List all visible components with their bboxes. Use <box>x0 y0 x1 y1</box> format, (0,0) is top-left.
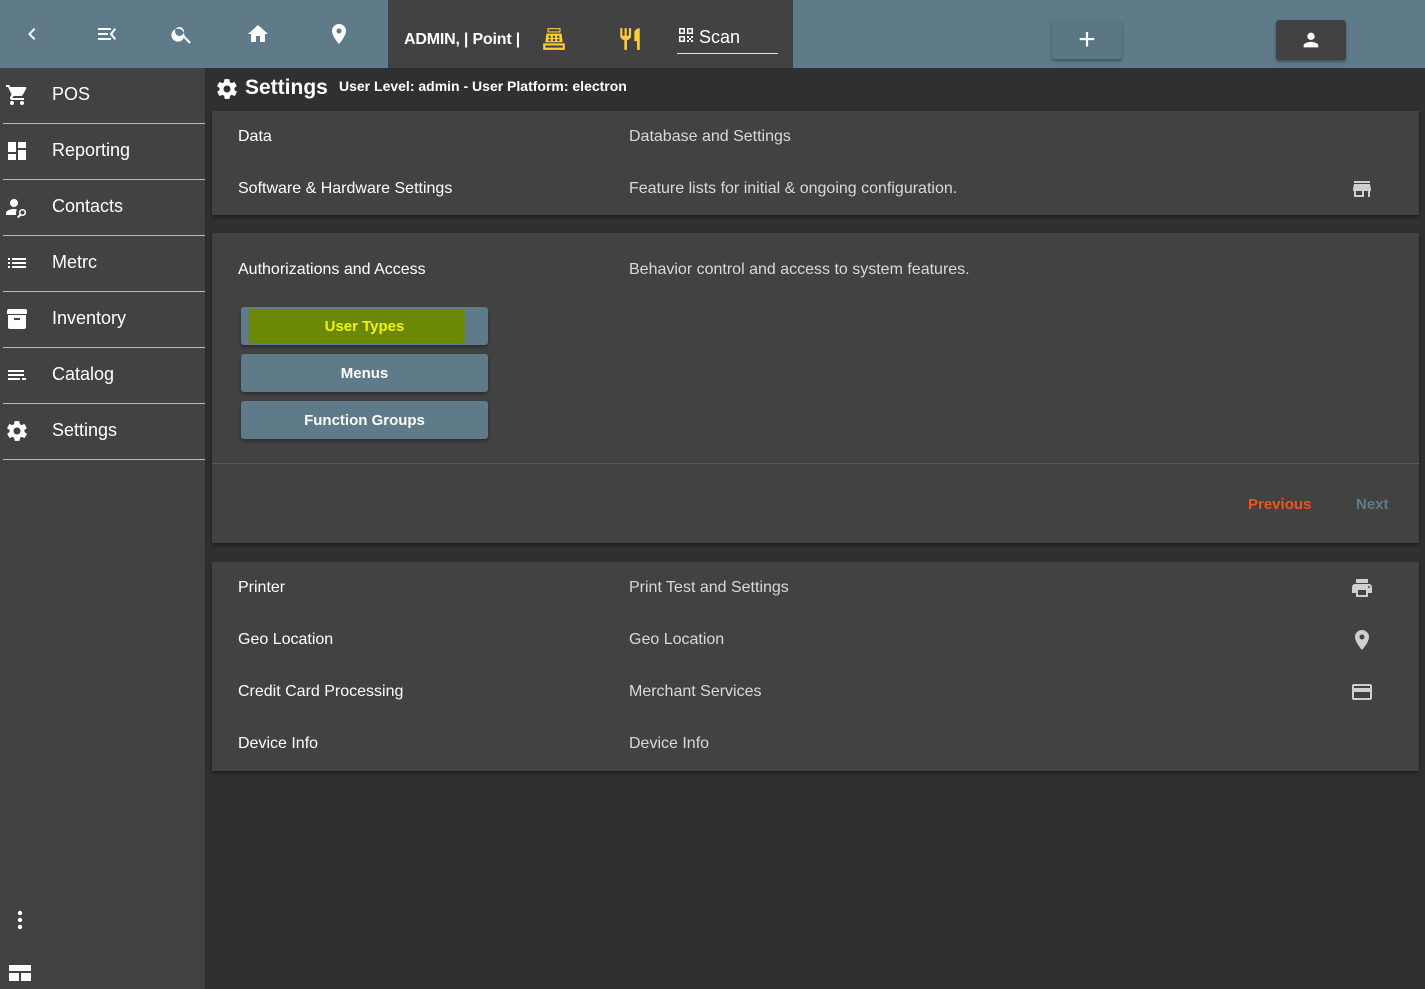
top-app-bar: ADMIN, | Point | Scan + <box>0 0 1425 68</box>
sidebar-item-label: Settings <box>52 420 118 440</box>
map-pin-icon <box>1350 628 1374 652</box>
row-title: Credit Card Processing <box>238 683 404 700</box>
sidebar-item-catalog[interactable]: Catalog <box>3 348 205 404</box>
cart-icon <box>5 83 29 107</box>
row-description: Merchant Services <box>629 683 762 700</box>
credit-card-icon <box>1350 680 1374 704</box>
sidebar-item-settings[interactable]: Settings <box>3 404 205 460</box>
settings-row-geo-location[interactable]: Geo Location Geo Location <box>212 614 1419 666</box>
menus-button[interactable]: Menus <box>241 354 488 392</box>
gear-icon <box>5 419 29 443</box>
person-icon <box>1303 32 1319 48</box>
sidebar-item-contacts[interactable]: Contacts <box>3 180 205 236</box>
auth-title: Authorizations and Access <box>238 261 426 278</box>
row-description: Database and Settings <box>629 128 791 145</box>
sidebar-item-label: Contacts <box>52 196 124 216</box>
settings-row-data[interactable]: Data Database and Settings <box>212 111 1419 163</box>
admin-label: ADMIN, | Point | <box>404 31 520 48</box>
qr-code-icon <box>679 28 693 42</box>
button-label: User Types <box>324 317 405 335</box>
search-icon[interactable] <box>170 22 194 46</box>
sidebar-item-pos[interactable]: POS <box>3 68 205 124</box>
user-account-button[interactable] <box>1276 20 1346 60</box>
sidebar-item-label: Inventory <box>52 308 127 328</box>
settings-row-credit-card[interactable]: Credit Card Processing Merchant Services <box>212 666 1419 718</box>
row-title: Printer <box>238 579 286 596</box>
user-level-info: User Level: admin - User Platform: elect… <box>339 78 627 94</box>
sidebar-item-label: Catalog <box>52 364 115 384</box>
divider <box>212 463 1419 464</box>
menu-collapse-icon[interactable] <box>95 22 119 46</box>
scan-input[interactable]: Scan <box>677 26 778 54</box>
row-description: Device Info <box>629 735 710 752</box>
sidebar: POS Reporting Contacts Metrc Inventory C… <box>0 68 206 989</box>
button-label: Function Groups <box>304 411 425 429</box>
dashboard-icon <box>5 139 29 163</box>
row-description: Geo Location <box>629 631 725 648</box>
sidebar-item-label: POS <box>52 84 91 104</box>
settings-card-authorizations: Authorizations and Access Behavior contr… <box>212 233 1419 543</box>
next-button[interactable]: Next <box>1356 496 1389 513</box>
archive-icon <box>5 307 29 331</box>
row-title: Device Info <box>238 735 319 752</box>
catalog-icon <box>5 363 29 387</box>
sidebar-item-reporting[interactable]: Reporting <box>3 124 205 180</box>
settings-row-printer[interactable]: Printer Print Test and Settings <box>212 562 1419 614</box>
map-pin-icon[interactable] <box>327 22 351 46</box>
gear-icon <box>215 77 239 101</box>
scan-label: Scan <box>699 27 741 47</box>
contact-search-icon <box>5 195 29 219</box>
settings-row-software-hardware[interactable]: Software & Hardware Settings Feature lis… <box>212 163 1419 215</box>
list-icon <box>5 251 29 275</box>
view-list-icon[interactable] <box>9 965 31 981</box>
page-title: Settings <box>245 76 328 99</box>
sidebar-item-label: Metrc <box>52 252 97 272</box>
printer-icon <box>1350 576 1374 600</box>
settings-card-devices: Printer Print Test and Settings Geo Loca… <box>212 562 1419 771</box>
sidebar-item-metrc[interactable]: Metrc <box>3 236 205 292</box>
chevron-left-icon[interactable] <box>20 22 44 46</box>
auth-description: Behavior control and access to system fe… <box>629 261 970 278</box>
storefront-icon <box>1350 177 1374 201</box>
row-description: Print Test and Settings <box>629 579 789 596</box>
fork-knife-icon[interactable] <box>617 26 643 52</box>
sidebar-item-inventory[interactable]: Inventory <box>3 292 205 348</box>
plus-icon: + <box>1078 23 1096 56</box>
function-groups-button[interactable]: Function Groups <box>241 401 488 439</box>
previous-button[interactable]: Previous <box>1248 496 1311 513</box>
settings-row-device-info[interactable]: Device Info Device Info <box>212 718 1419 770</box>
home-icon[interactable] <box>246 22 270 46</box>
user-types-button[interactable]: User Types <box>241 307 488 345</box>
sidebar-item-label: Reporting <box>52 140 131 160</box>
button-label: Menus <box>340 364 389 382</box>
row-title: Data <box>238 128 272 145</box>
row-title: Geo Location <box>238 631 334 648</box>
more-vert-icon[interactable] <box>10 908 30 932</box>
settings-card-general: Data Database and Settings Software & Ha… <box>212 111 1419 215</box>
cash-register-icon[interactable] <box>541 26 567 52</box>
row-description: Feature lists for initial & ongoing conf… <box>629 180 958 197</box>
row-title: Software & Hardware Settings <box>238 180 453 197</box>
location-panel: ADMIN, | Point | Scan <box>388 0 793 68</box>
add-button[interactable]: + <box>1052 21 1122 59</box>
